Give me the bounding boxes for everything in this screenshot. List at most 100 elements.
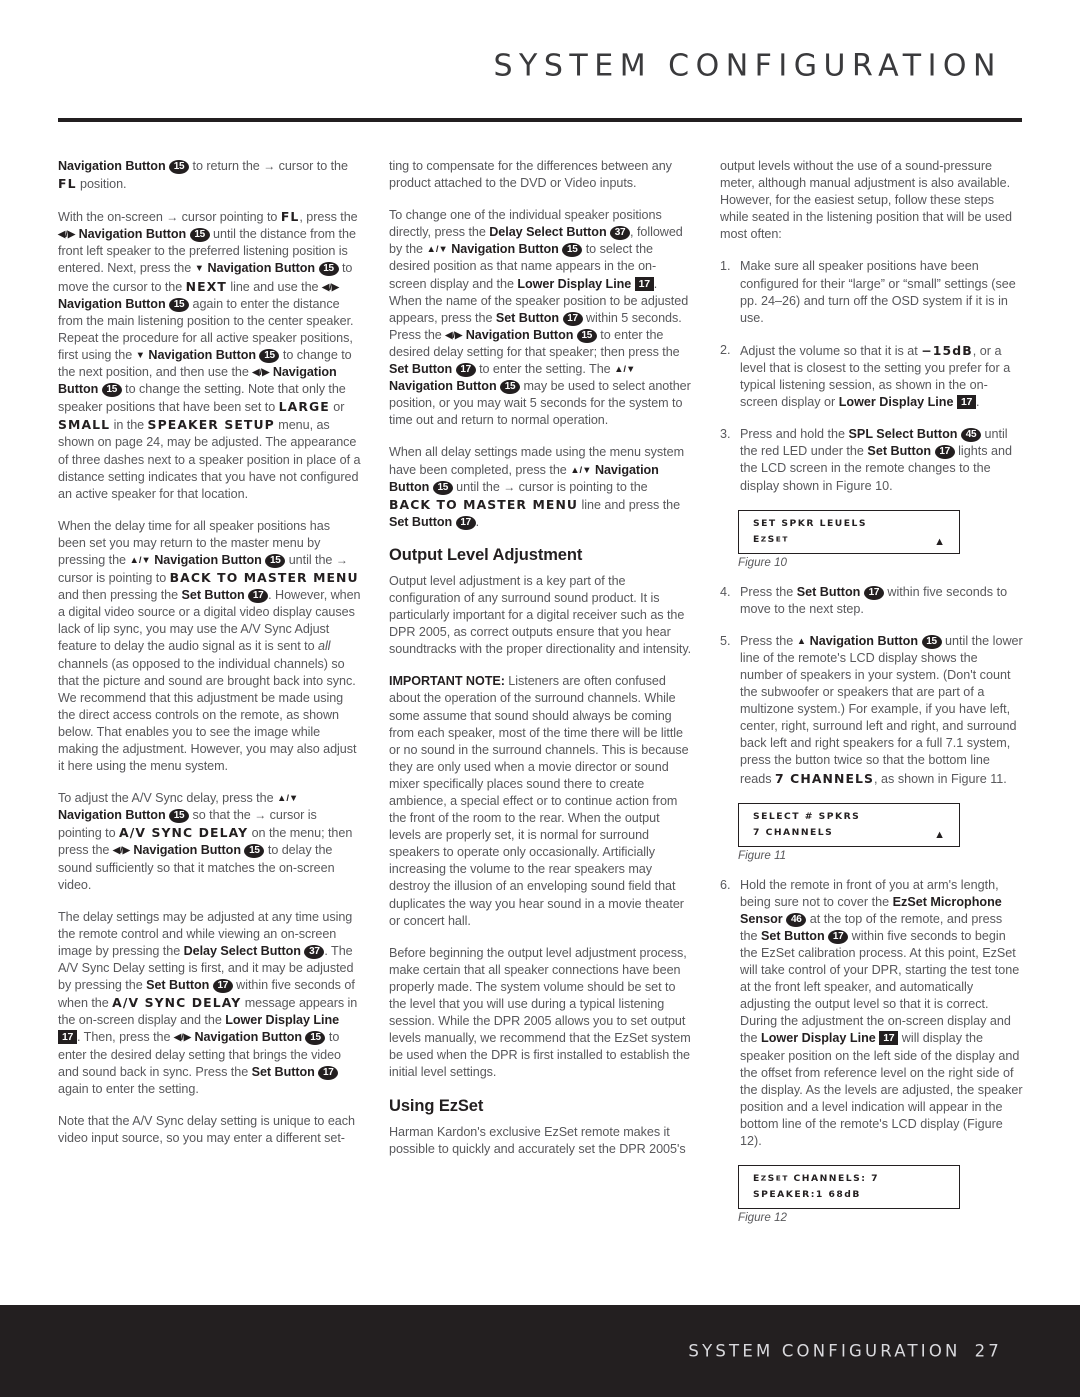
text: Z (760, 534, 768, 544)
section-heading-output-level: Output Level Adjustment (389, 545, 583, 564)
text: cursor to the (275, 159, 348, 173)
text: output levels without the use of a sound… (720, 159, 1012, 242)
ref-badge-15: 15 (169, 160, 190, 174)
page-footer: SYSTEM CONFIGURATION 27 (0, 1305, 1080, 1397)
up-down-arrows-icon: ▲/▼ (276, 793, 299, 805)
lcd-line-1: SELECT # SPKRS (753, 810, 861, 822)
lcd-term: LARGE (278, 399, 330, 415)
list-item: 2. Adjust the volume so that it is at −15… (720, 342, 1023, 411)
lcd-term: 7 CHANNELS (775, 770, 875, 786)
text: position. (76, 177, 127, 192)
up-down-arrows-icon: ▲/▼ (129, 554, 151, 566)
delay-select-button-label: Delay Select Button (183, 943, 301, 958)
ref-badge-sq-17: 17 (879, 1031, 899, 1046)
footer-content: SYSTEM CONFIGURATION 27 (688, 1342, 1002, 1361)
set-button-label: Set Button (389, 514, 453, 529)
paragraph: output levels without the use of a sound… (720, 158, 1023, 243)
text: S (767, 533, 776, 545)
paragraph: The delay settings may be adjusted at an… (58, 909, 361, 1098)
step-number: 6. (720, 877, 731, 892)
paragraph: IMPORTANT NOTE: Listeners are often conf… (389, 673, 692, 929)
ref-badge-15: 15 (101, 383, 122, 398)
lcd-term: FL (280, 209, 300, 225)
paragraph: Output level adjustment is a key part of… (389, 573, 692, 658)
page-number: 27 (974, 1341, 1002, 1361)
list-item: 1. Make sure all speaker positions have b… (720, 258, 1023, 326)
step-number: 3. (720, 427, 731, 442)
ref-badge-37: 37 (304, 944, 325, 959)
lcd-term: FL (58, 176, 77, 192)
down-arrow-icon: ▼ (135, 349, 145, 361)
text: Before beginning the output level adjust… (389, 945, 691, 1080)
ref-badge-17: 17 (934, 445, 955, 460)
set-button-label: Set Button (251, 1064, 315, 1079)
text: line and use the (226, 279, 322, 294)
ref-badge-17: 17 (562, 311, 583, 326)
text: Note that the A/V Sync delay setting is … (58, 1113, 355, 1145)
delay-select-button-label: Delay Select Button (489, 225, 607, 240)
text: or (329, 400, 345, 415)
text: ting to compensate for the differences b… (389, 159, 672, 191)
nav-button-label: Navigation Button (451, 242, 559, 257)
nav-button-label: Navigation Button (58, 808, 166, 823)
up-down-arrows-icon: ▲/▼ (426, 244, 448, 256)
lower-display-line-label: Lower Display Line (761, 1031, 876, 1046)
ref-badge-15: 15 (921, 634, 942, 649)
lower-display-line-label: Lower Display Line (225, 1013, 340, 1028)
text: Adjust the volume so that it is at (740, 343, 922, 358)
set-button-label: Set Button (867, 444, 932, 459)
nav-button-label: Navigation Button (194, 1030, 303, 1045)
text: S (767, 1173, 776, 1185)
figure-10-caption: Figure 10 (738, 555, 787, 569)
lcd-term: NEXT (185, 278, 227, 294)
set-button-label: Set Button (796, 584, 861, 599)
text: channels (as opposed to the individual c… (58, 656, 357, 774)
column-1: Navigation Button 15 to return the → cur… (58, 158, 361, 1288)
ref-badge-17: 17 (863, 585, 884, 600)
right-arrow-icon: → (503, 479, 516, 494)
header-divider (58, 118, 1022, 122)
lower-display-line-label: Lower Display Line (838, 395, 954, 410)
ref-badge-46: 46 (786, 912, 807, 927)
figure-12-caption: Figure 12 (738, 1211, 787, 1225)
ref-badge-45: 45 (960, 428, 981, 443)
text: Harman Kardon's exclusive EzSet remote m… (389, 1124, 686, 1156)
set-button-label: Set Button (146, 978, 210, 993)
text: . (475, 514, 480, 529)
text: Output level adjustment is a key part of… (389, 573, 692, 657)
paragraph: Navigation Button 15 to return the → cur… (58, 158, 361, 193)
page-header: SYSTEM CONFIGURATION (0, 0, 1080, 122)
ref-badge-17: 17 (212, 979, 233, 994)
ref-badge-15: 15 (576, 328, 597, 343)
step-number: 1. (720, 259, 731, 274)
ref-badge-15: 15 (432, 480, 453, 495)
text: With the on-screen (58, 210, 167, 225)
setup-steps-list-continued-2: 6. Hold the remote in front of you at arm… (720, 877, 1023, 1151)
lcd-line-1: SET SPKR LEUELS (753, 517, 867, 529)
ref-badge-15: 15 (305, 1031, 326, 1046)
column-3: output levels without the use of a sound… (720, 158, 1023, 1288)
left-right-arrows-icon: ◀/▶ (173, 1032, 191, 1044)
lcd-line-2: SPEAKER:1 68dB (753, 1189, 861, 1201)
ref-badge-15: 15 (562, 243, 583, 258)
right-arrow-icon: → (263, 159, 276, 173)
down-arrow-icon: ▼ (194, 263, 205, 275)
ref-badge-15: 15 (500, 380, 521, 395)
text: . (975, 395, 980, 410)
text: will display the speaker position on the… (740, 1031, 1023, 1149)
paragraph: To adjust the A/V Sync delay, press the … (58, 790, 361, 894)
text: Press the (740, 584, 797, 599)
right-arrow-icon: → (335, 552, 348, 567)
nav-button-label: Navigation Button (389, 379, 497, 394)
text: CHANNELS: 7 (788, 1173, 879, 1185)
ref-badge-sq-17: 17 (58, 1030, 77, 1045)
ref-badge-17: 17 (318, 1065, 339, 1080)
list-item: 3. Press and hold the SPL Select Button 4… (720, 426, 1023, 494)
nav-button-label: Navigation Button (148, 347, 257, 362)
lcd-term: BACK TO MASTER MENU (389, 496, 579, 512)
left-right-arrows-icon: ◀/▶ (58, 229, 76, 241)
text: ET (775, 534, 789, 544)
text: ET (775, 1173, 789, 1183)
paragraph: Before beginning the output level adjust… (389, 945, 692, 1082)
list-item: 5. Press the ▲ Navigation Button 15 until… (720, 633, 1023, 788)
